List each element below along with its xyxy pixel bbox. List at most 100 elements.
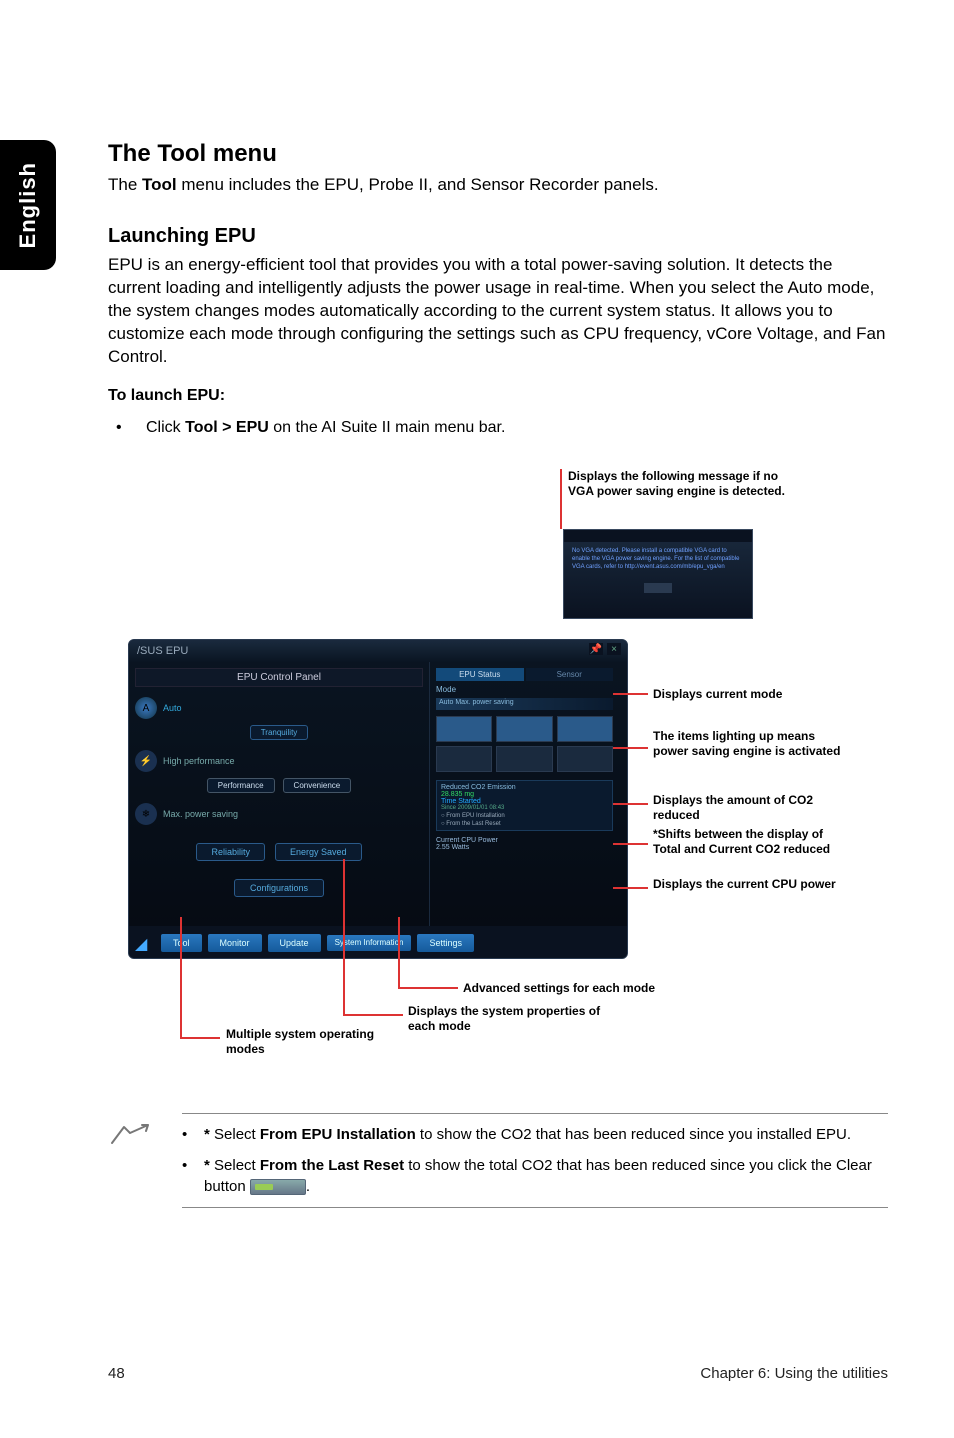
tab-sensor[interactable]: Sensor [526, 668, 614, 681]
tab-monitor[interactable]: Monitor [208, 934, 262, 952]
opt-label: From the Last Reset [446, 821, 500, 827]
to-launch-label: To launch EPU: [108, 387, 888, 405]
epu-app-window: /SUS EPU 📌 × EPU Control Panel A Auto [128, 639, 628, 959]
co2-value: 28.835 mg [441, 791, 608, 798]
callout-co2: Displays the amount of CO2 reduced [653, 793, 843, 823]
callout-cpu-power: Displays the current CPU power [653, 877, 843, 892]
clear-button-image [250, 1179, 306, 1195]
leader-line [613, 693, 648, 695]
app-titlebar: /SUS EPU 📌 × [129, 640, 627, 662]
epu-description: EPU is an energy-efficient tool that pro… [108, 254, 888, 369]
bullet-dot: • [182, 1124, 204, 1145]
chapter-label: Chapter 6: Using the utilities [700, 1365, 888, 1382]
heading-launching-epu: Launching EPU [108, 225, 888, 248]
tab-epu-status[interactable]: EPU Status [436, 668, 524, 681]
note-2: • * Select From the Last Reset to show t… [182, 1155, 888, 1197]
warning-dialog: No VGA detected. Please install a compat… [563, 529, 753, 619]
callout-multi-modes: Multiple system operating modes [226, 1027, 376, 1057]
control-panel-title: EPU Control Panel [135, 668, 423, 687]
leader-line [613, 803, 648, 805]
configurations-button[interactable]: Configurations [234, 879, 324, 897]
leader-line [398, 987, 458, 989]
current-mode-bar: Auto Max. power saving [436, 698, 613, 710]
text-bold: From the Last Reset [260, 1157, 404, 1174]
language-label: English [15, 162, 41, 248]
note-1-text: * Select From EPU Installation to show t… [204, 1124, 851, 1145]
mode-label: High performance [163, 756, 235, 766]
epu-diagram: Displays the following message if no VGA… [108, 469, 888, 1079]
text: . [306, 1178, 310, 1195]
leader-line [613, 887, 648, 889]
text-bold: Tool > EPU [185, 419, 269, 436]
leader-line [180, 1037, 220, 1039]
tab-update[interactable]: Update [268, 934, 321, 952]
max-icon: ❄ [135, 803, 157, 825]
engine-vga-icon [557, 746, 613, 772]
close-icon[interactable]: × [607, 643, 621, 655]
callout-sys-props: Displays the system properties of each m… [408, 1004, 608, 1034]
callout-current-mode: Displays current mode [653, 687, 833, 702]
tab-settings[interactable]: Settings [417, 934, 474, 952]
language-tab: English [0, 140, 56, 270]
high-icon: ⚡ [135, 750, 157, 772]
launch-step: • Click Tool > EPU on the AI Suite II ma… [116, 417, 888, 439]
engine-hdd-icon [496, 716, 552, 742]
leader-line [560, 469, 562, 529]
page-footer: 48 Chapter 6: Using the utilities [108, 1365, 888, 1382]
cpu-power-box: Current CPU Power 2.55 Watts [436, 837, 613, 851]
engine-icons [436, 716, 613, 772]
engine-chipset-icon [436, 746, 492, 772]
bullet-dot: • [182, 1155, 204, 1197]
mode-label: Max. power saving [163, 809, 238, 819]
note-2-text: * Select From the Last Reset to show the… [204, 1155, 888, 1197]
leader-line [398, 917, 400, 987]
text: Select [210, 1157, 260, 1174]
pill-convenience[interactable]: Convenience [283, 778, 352, 793]
time-started-label: Time Started [441, 798, 608, 805]
co2-box: Reduced CO2 Emission 28.835 mg Time Star… [436, 780, 613, 831]
text: on the AI Suite II main menu bar. [269, 419, 506, 436]
mode-label: Auto [163, 703, 182, 713]
status-panel: EPU Status Sensor Mode Auto Max. power s… [429, 662, 619, 926]
page-number: 48 [108, 1365, 125, 1382]
text-bold: Tool [142, 175, 177, 194]
dialog-ok-button[interactable] [644, 583, 672, 593]
text: Select [210, 1126, 260, 1143]
opt-label: From EPU Installation [446, 813, 504, 819]
leader-line [343, 859, 345, 1014]
pin-icon[interactable]: 📌 [589, 643, 603, 655]
mode-auto[interactable]: A Auto [135, 697, 423, 719]
text: to show the CO2 that has been reduced si… [416, 1126, 851, 1143]
auto-icon: A [135, 697, 157, 719]
opt-from-reset[interactable]: ○ From the Last Reset [441, 821, 608, 827]
dialog-header [564, 530, 752, 542]
leader-line [613, 747, 648, 749]
note-1: • * Select From EPU Installation to show… [182, 1124, 888, 1145]
text: The [108, 175, 142, 194]
engine-fan-icon [557, 716, 613, 742]
text: Click [146, 419, 185, 436]
dialog-message: No VGA detected. Please install a compat… [564, 542, 752, 577]
bullet-dot: • [116, 417, 146, 439]
leader-line [613, 843, 648, 845]
mode-high[interactable]: ⚡ High performance [135, 750, 423, 772]
text: menu includes the EPU, Probe II, and Sen… [177, 175, 659, 194]
heading-tool-menu: The Tool menu [108, 140, 888, 168]
cpu-power-value: 2.55 Watts [436, 844, 613, 851]
note-icon [108, 1113, 158, 1208]
window-buttons: 📌 × [589, 643, 621, 655]
leader-line [180, 917, 182, 1037]
tool-menu-desc: The Tool menu includes the EPU, Probe II… [108, 174, 888, 197]
engine-cpu-icon [436, 716, 492, 742]
energy-button[interactable]: Energy Saved [275, 843, 362, 861]
mode-max[interactable]: ❄ Max. power saving [135, 803, 423, 825]
control-panel: EPU Control Panel A Auto Tranquility ⚡ H… [129, 662, 429, 926]
main-content: The Tool menu The Tool menu includes the… [108, 140, 888, 1208]
reliability-button[interactable]: Reliability [196, 843, 265, 861]
pill-tranquility[interactable]: Tranquility [250, 725, 309, 740]
app-body: EPU Control Panel A Auto Tranquility ⚡ H… [129, 662, 627, 926]
opt-from-install[interactable]: ○ From EPU Installation [441, 813, 608, 819]
app-bottom-bar: ◢ Tool Monitor Update System Information… [129, 926, 627, 959]
notes-body: • * Select From EPU Installation to show… [182, 1113, 888, 1208]
pill-performance[interactable]: Performance [207, 778, 275, 793]
